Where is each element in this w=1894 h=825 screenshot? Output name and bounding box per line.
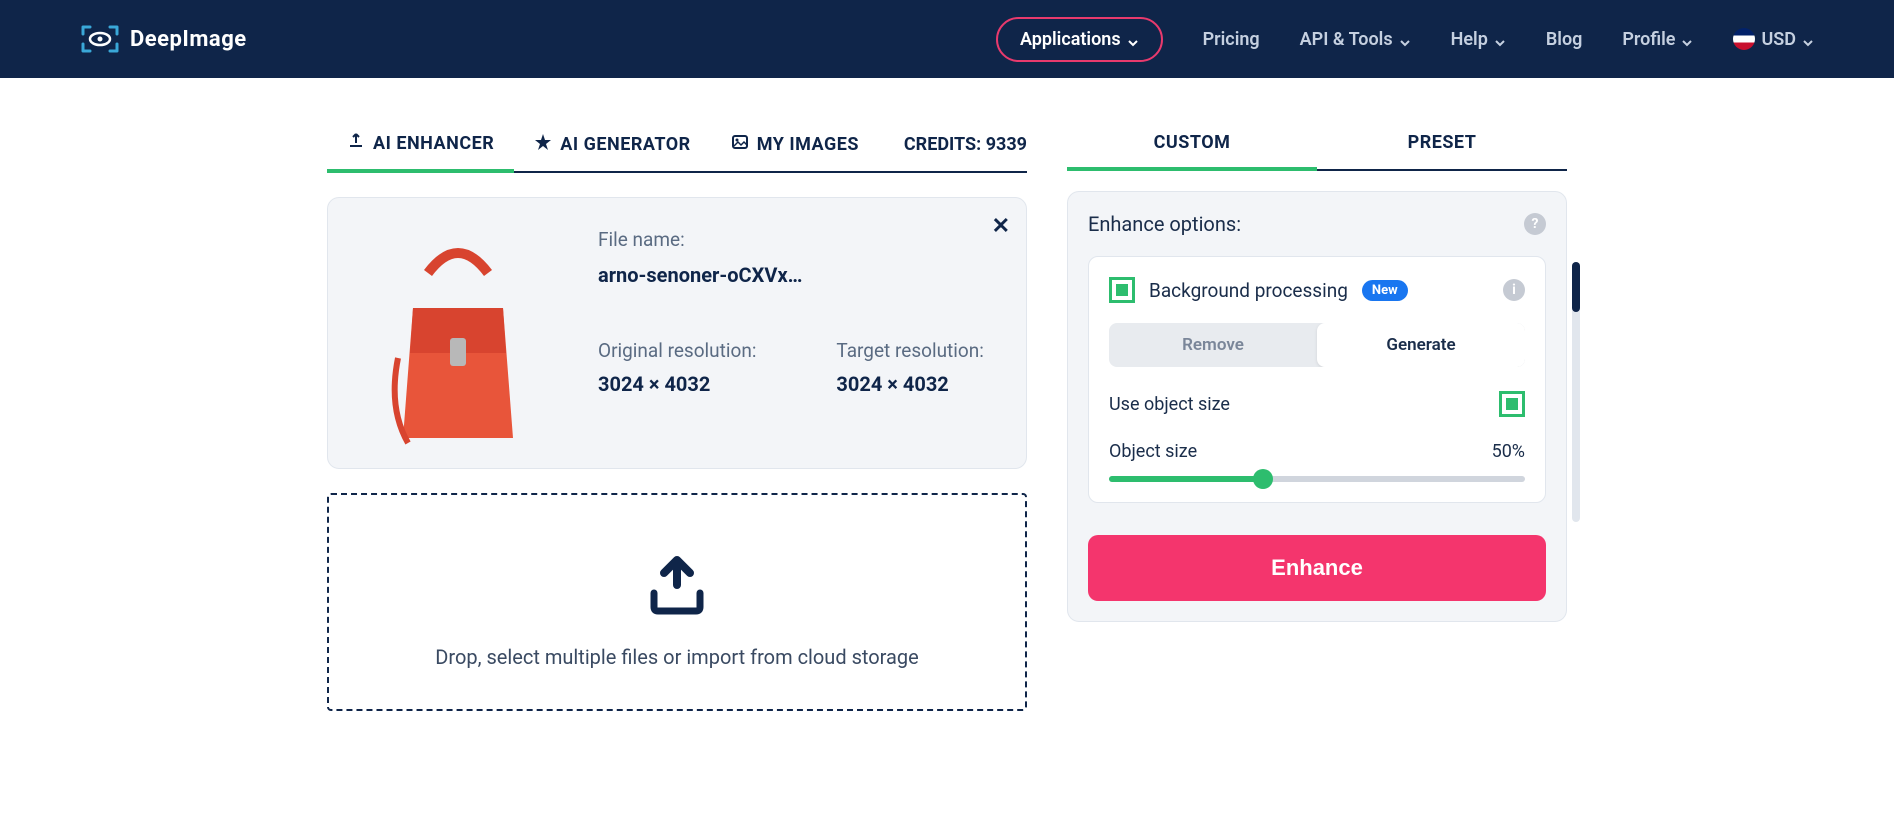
target-res-value: 3024 × 4032 bbox=[836, 372, 983, 396]
main-content: AI ENHANCER AI GENERATOR MY IMAGES CREDI… bbox=[247, 78, 1647, 751]
tab-ai-generator[interactable]: AI GENERATOR bbox=[514, 119, 710, 170]
chevron-down-icon bbox=[1802, 33, 1814, 45]
dropzone[interactable]: Drop, select multiple files or import fr… bbox=[327, 493, 1027, 711]
main-nav: Applications Pricing API & Tools Help Bl… bbox=[996, 17, 1814, 62]
scrollbar[interactable] bbox=[1572, 262, 1580, 522]
dropzone-text: Drop, select multiple files or import fr… bbox=[349, 645, 1005, 669]
nav-api-tools[interactable]: API & Tools bbox=[1300, 29, 1411, 50]
file-card: ✕ File name: arno-senoner-oCXVx… Origina… bbox=[327, 197, 1027, 469]
seg-generate[interactable]: Generate bbox=[1317, 323, 1525, 367]
top-header: DeepImage Applications Pricing API & Too… bbox=[0, 0, 1894, 78]
mode-tabs: AI ENHANCER AI GENERATOR MY IMAGES CREDI… bbox=[327, 118, 1027, 173]
checkbox-use-object-size[interactable] bbox=[1499, 391, 1525, 417]
checkbox-bg-processing[interactable] bbox=[1109, 277, 1135, 303]
chevron-down-icon bbox=[1681, 33, 1693, 45]
option-background-processing: Background processing New i Remove Gener… bbox=[1088, 256, 1546, 503]
object-size-slider[interactable] bbox=[1109, 476, 1525, 482]
credits-display: CREDITS: 9339 bbox=[904, 120, 1027, 169]
option-label: Background processing bbox=[1149, 279, 1348, 302]
star-icon bbox=[534, 133, 552, 156]
enhance-button[interactable]: Enhance bbox=[1088, 535, 1546, 601]
nav-help[interactable]: Help bbox=[1451, 29, 1506, 50]
image-icon bbox=[731, 133, 749, 156]
enhance-options-panel: Enhance options: ? Background processing… bbox=[1067, 191, 1567, 622]
object-size-value: 50% bbox=[1492, 441, 1525, 462]
uk-flag-icon bbox=[1733, 28, 1755, 50]
upload-icon bbox=[642, 555, 712, 615]
panel-title: Enhance options: bbox=[1088, 212, 1241, 236]
seg-remove[interactable]: Remove bbox=[1109, 323, 1317, 367]
eye-logo-icon bbox=[80, 24, 120, 54]
chevron-down-icon bbox=[1127, 33, 1139, 45]
chevron-down-icon bbox=[1399, 33, 1411, 45]
nav-blog[interactable]: Blog bbox=[1546, 29, 1583, 50]
help-icon[interactable]: ? bbox=[1524, 213, 1546, 235]
filename-value: arno-senoner-oCXVx… bbox=[598, 263, 1006, 287]
nav-pricing[interactable]: Pricing bbox=[1203, 29, 1260, 50]
object-size-label: Object size bbox=[1109, 441, 1197, 462]
nav-profile[interactable]: Profile bbox=[1622, 29, 1693, 50]
close-icon[interactable]: ✕ bbox=[992, 214, 1010, 239]
tab-my-images[interactable]: MY IMAGES bbox=[711, 119, 879, 170]
new-badge: New bbox=[1362, 280, 1408, 301]
nav-applications[interactable]: Applications bbox=[996, 17, 1163, 62]
brand-name: DeepImage bbox=[130, 27, 247, 52]
file-info: File name: arno-senoner-oCXVx… Original … bbox=[598, 218, 1006, 448]
panel-tab-preset[interactable]: PRESET bbox=[1317, 118, 1567, 169]
nav-currency[interactable]: USD bbox=[1733, 28, 1814, 50]
upload-icon bbox=[347, 132, 365, 155]
panel-tab-custom[interactable]: CUSTOM bbox=[1067, 118, 1317, 171]
panel-tabs: CUSTOM PRESET bbox=[1067, 118, 1567, 171]
orig-res-value: 3024 × 4032 bbox=[598, 372, 756, 396]
segment-remove-generate: Remove Generate bbox=[1109, 323, 1525, 367]
brand-logo[interactable]: DeepImage bbox=[80, 24, 247, 54]
file-thumbnail bbox=[348, 218, 568, 448]
tab-ai-enhancer[interactable]: AI ENHANCER bbox=[327, 118, 514, 173]
filename-label: File name: bbox=[598, 228, 1006, 251]
target-res-label: Target resolution: bbox=[836, 339, 983, 362]
chevron-down-icon bbox=[1494, 33, 1506, 45]
use-object-size-label: Use object size bbox=[1109, 394, 1230, 415]
orig-res-label: Original resolution: bbox=[598, 339, 756, 362]
info-icon[interactable]: i bbox=[1503, 279, 1525, 301]
